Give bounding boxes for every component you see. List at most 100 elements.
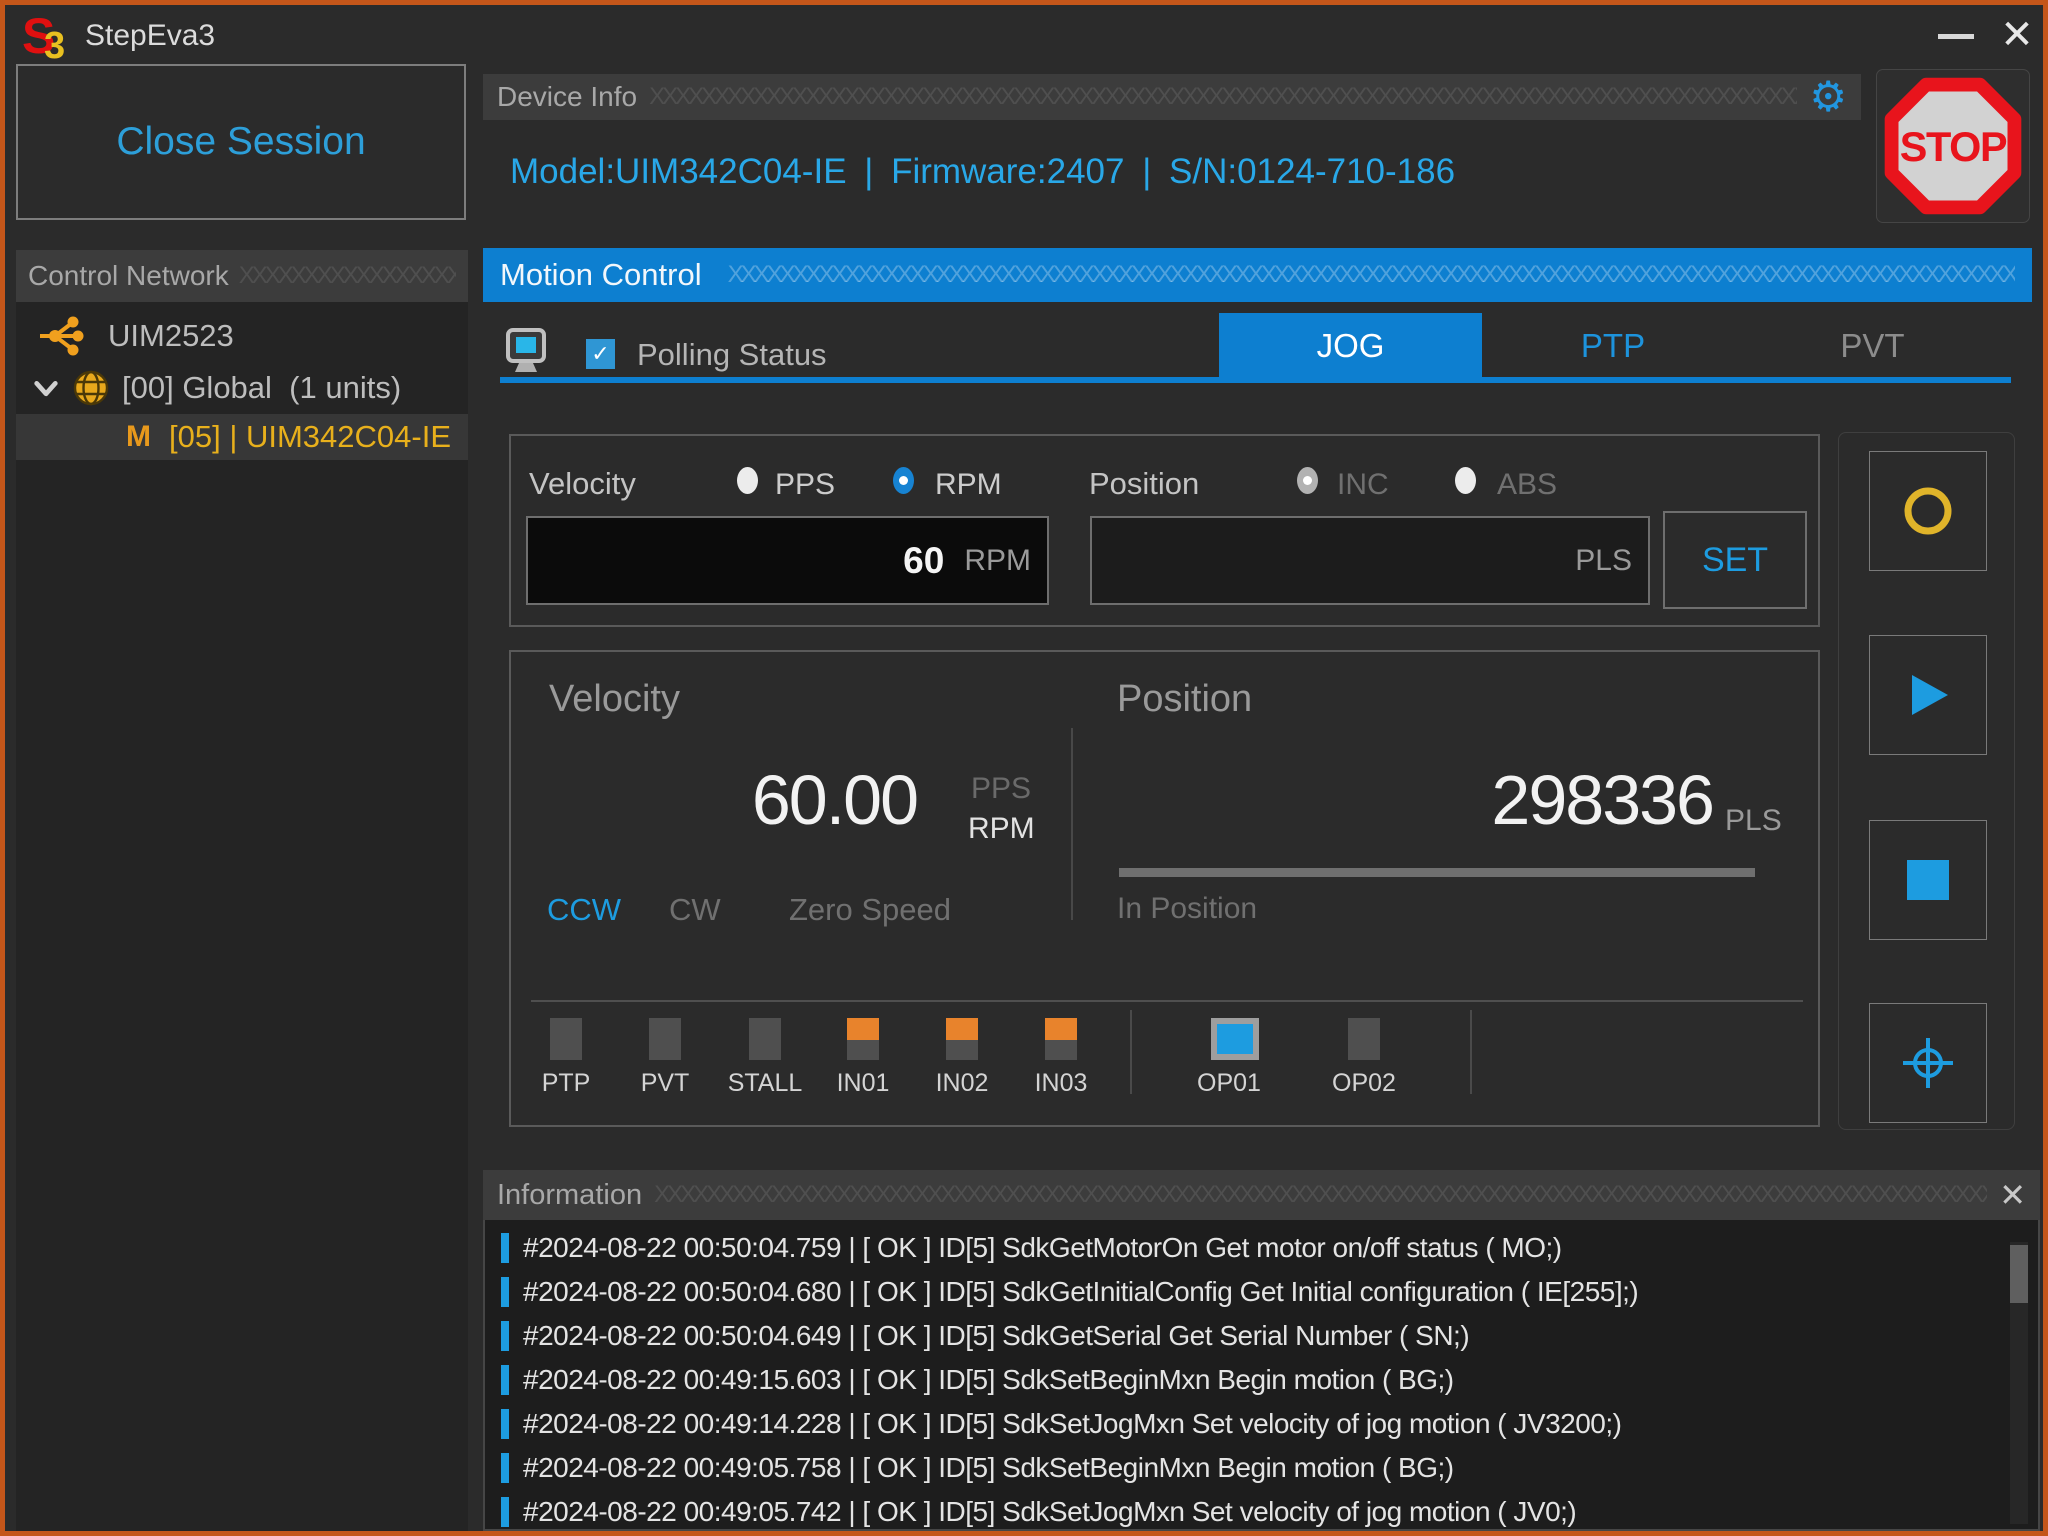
radio-inc-label: INC xyxy=(1337,468,1389,502)
scrollbar-track[interactable] xyxy=(2010,1242,2028,1524)
status-indicator: IN02 xyxy=(922,1018,1002,1098)
indicator-lamp-icon xyxy=(1348,1018,1380,1060)
velocity-input[interactable]: 60 RPM xyxy=(526,516,1049,605)
log-marker-icon xyxy=(501,1409,509,1439)
log-entry-text: #2024-08-22 00:49:05.758 | [ OK ] ID[5] … xyxy=(523,1452,1454,1484)
scrollbar-thumb[interactable] xyxy=(2010,1245,2028,1303)
emergency-stop-button[interactable]: STOP xyxy=(1877,70,2029,222)
information-title: Information xyxy=(497,1179,642,1212)
log-marker-icon xyxy=(501,1453,509,1483)
tree-item-global[interactable]: [00] Global (1 units) xyxy=(16,362,468,414)
radio-rpm[interactable] xyxy=(893,467,914,494)
close-icon: ✕ xyxy=(2000,12,2034,58)
polling-status-label: Polling Status xyxy=(637,337,827,373)
tab-underline xyxy=(500,377,2011,383)
indicator-lamp-icon xyxy=(1213,1018,1245,1060)
tree-root-label: UIM2523 xyxy=(108,318,234,354)
position-input-unit: PLS xyxy=(1575,544,1632,578)
radio-pps-label: PPS xyxy=(775,468,835,502)
minimize-button[interactable] xyxy=(1930,13,1982,59)
log-marker-icon xyxy=(501,1365,509,1395)
indicator-label: PVT xyxy=(625,1069,705,1098)
globe-icon xyxy=(72,369,110,407)
play-icon xyxy=(1903,670,1953,720)
indicator-label: IN02 xyxy=(922,1069,1002,1098)
indicator-lamp-icon xyxy=(1045,1018,1077,1060)
set-button[interactable]: SET xyxy=(1663,511,1807,609)
settings-gear-icon[interactable]: ⚙ xyxy=(1809,76,1847,118)
motion-buttons-panel xyxy=(1838,432,2015,1130)
header-filler: XXXXXXXXXXXXXXXXXXXXXXXXXXXXXXXXXXXXXXXX… xyxy=(649,83,1797,111)
log-entry: #2024-08-22 00:49:15.603 | [ OK ] ID[5] … xyxy=(485,1358,2038,1402)
tree-item-device-selected[interactable]: M [05] | UIM342C04-IE xyxy=(16,414,468,460)
device-summary: Model:UIM342C04-IE | Firmware:2407 | S/N… xyxy=(510,152,1455,192)
information-log: #2024-08-22 00:50:04.759 | [ OK ] ID[5] … xyxy=(483,1220,2040,1531)
log-marker-icon xyxy=(501,1497,509,1527)
minimize-icon xyxy=(1938,34,1974,39)
app-logo-icon: S 3 xyxy=(22,11,78,63)
window-title: StepEva3 xyxy=(85,19,215,53)
status-indicator: STALL xyxy=(725,1018,805,1098)
control-network-header: Control Network XXXXXXXXXXXXXXXXXXXXXXXX… xyxy=(16,250,468,302)
tab-jog[interactable]: JOG xyxy=(1219,313,1482,379)
indicator-label: IN01 xyxy=(823,1069,903,1098)
indicator-lamp-icon xyxy=(749,1018,781,1060)
log-marker-icon xyxy=(501,1321,509,1351)
chevron-down-icon xyxy=(32,376,60,400)
indicator-label: STALL xyxy=(725,1069,805,1098)
indicator-lamp-icon xyxy=(847,1018,879,1060)
motor-enable-button[interactable] xyxy=(1869,451,1987,571)
tab-ptp[interactable]: PTP xyxy=(1482,313,1744,379)
indicator-group-divider xyxy=(1130,1010,1132,1094)
indicator-group-divider xyxy=(1470,1010,1472,1094)
radio-abs-label: ABS xyxy=(1497,468,1557,502)
run-button[interactable] xyxy=(1869,635,1987,755)
log-marker-icon xyxy=(501,1233,509,1263)
tree-item-uim2523[interactable]: UIM2523 xyxy=(16,310,468,362)
log-entry: #2024-08-22 00:50:04.680 | [ OK ] ID[5] … xyxy=(485,1270,2038,1314)
radio-rpm-label: RPM xyxy=(935,468,1002,502)
device-info-title: Device Info xyxy=(497,81,637,113)
polling-status-checkbox[interactable]: ✓ xyxy=(586,339,615,369)
log-entry: #2024-08-22 00:49:05.758 | [ OK ] ID[5] … xyxy=(485,1446,2038,1490)
radio-pps[interactable] xyxy=(737,467,758,494)
position-input[interactable]: PLS xyxy=(1090,516,1650,605)
setpoint-card: Velocity PPS RPM Position INC ABS 60 RPM… xyxy=(509,434,1820,627)
tab-pvt[interactable]: PVT xyxy=(1744,313,2001,379)
header-filler: XXXXXXXXXXXXXXXXXXXXXXXXXXXXXXXXXXXXXXXX… xyxy=(239,262,456,290)
indicator-label: IN03 xyxy=(1021,1069,1101,1098)
circle-icon xyxy=(1902,485,1954,537)
tree-device-label: [05] | UIM342C04-IE xyxy=(169,419,451,455)
radio-abs[interactable] xyxy=(1455,467,1476,494)
logo-digit-3: 3 xyxy=(44,25,65,68)
status-indicator: OP01 xyxy=(1189,1018,1269,1098)
square-icon xyxy=(1907,860,1949,900)
log-entry: #2024-08-22 00:50:04.759 | [ OK ] ID[5] … xyxy=(485,1226,2038,1270)
svg-text:STOP: STOP xyxy=(1900,124,2007,170)
app-window: S 3 StepEva3 ✕ Close Session Control Net… xyxy=(0,0,2048,1536)
log-entry-text: #2024-08-22 00:50:04.649 | [ OK ] ID[5] … xyxy=(523,1320,1469,1352)
network-icon xyxy=(38,315,84,357)
log-entry: #2024-08-22 00:50:04.649 | [ OK ] ID[5] … xyxy=(485,1314,2038,1358)
stop-motion-button[interactable] xyxy=(1869,820,1987,940)
log-entry: #2024-08-22 00:49:05.742 | [ OK ] ID[5] … xyxy=(485,1490,2038,1531)
indicator-lamp-icon xyxy=(946,1018,978,1060)
indicator-label: OP02 xyxy=(1324,1069,1404,1098)
position-setpoint-label: Position xyxy=(1089,466,1199,502)
close-session-button[interactable]: Close Session xyxy=(16,64,466,220)
status-indicator: PTP xyxy=(526,1018,606,1098)
log-entry-text: #2024-08-22 00:49:05.742 | [ OK ] ID[5] … xyxy=(523,1496,1576,1528)
stop-sign-icon: STOP xyxy=(1884,77,2022,215)
radio-inc[interactable] xyxy=(1297,467,1318,494)
control-network-title: Control Network xyxy=(28,260,229,292)
information-close-icon[interactable]: ✕ xyxy=(1999,1176,2026,1214)
log-entry-text: #2024-08-22 00:49:15.603 | [ OK ] ID[5] … xyxy=(523,1364,1454,1396)
close-button[interactable]: ✕ xyxy=(1989,9,2045,61)
crosshair-icon xyxy=(1901,1036,1955,1090)
device-tree: UIM2523 [00] Global (1 units) xyxy=(16,302,468,460)
log-entry-text: #2024-08-22 00:50:04.680 | [ OK ] ID[5] … xyxy=(523,1276,1638,1308)
monitor-icon xyxy=(505,328,547,376)
device-info-header: Device Info XXXXXXXXXXXXXXXXXXXXXXXXXXXX… xyxy=(483,74,1861,120)
zero-position-button[interactable] xyxy=(1869,1003,1987,1123)
indicator-label: PTP xyxy=(526,1069,606,1098)
